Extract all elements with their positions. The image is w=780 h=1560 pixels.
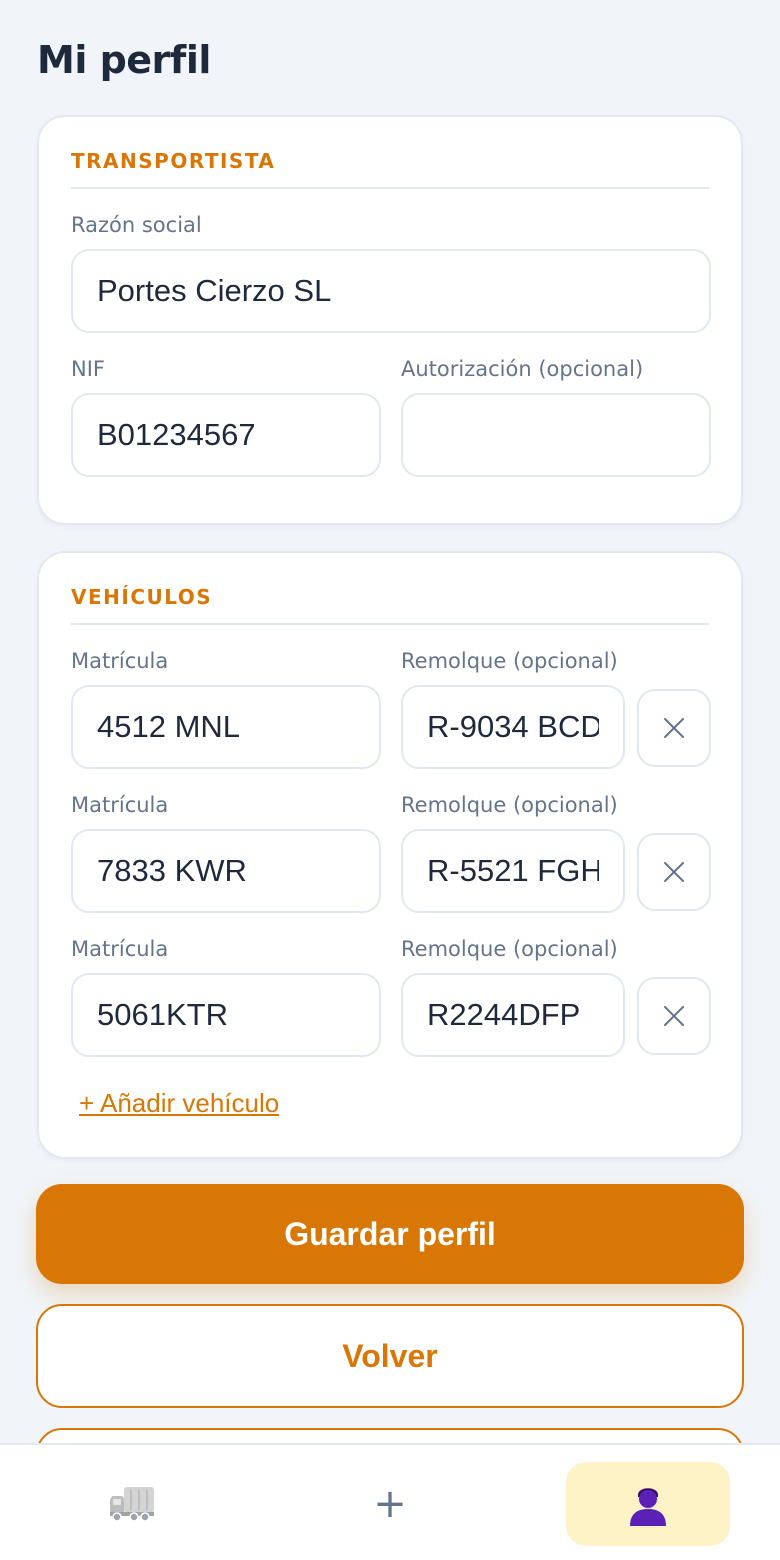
nif-label: NIF: [71, 357, 105, 381]
matricula-input[interactable]: [71, 973, 381, 1057]
autorizacion-input[interactable]: [401, 393, 711, 477]
remolque-input[interactable]: [401, 829, 625, 913]
add-vehicle-link[interactable]: + Añadir vehículo: [79, 1088, 279, 1119]
matricula-label: Matrícula: [71, 649, 169, 673]
back-button[interactable]: Volver: [36, 1304, 744, 1408]
remolque-input[interactable]: [401, 973, 625, 1057]
remolque-input[interactable]: [401, 685, 625, 769]
bottom-nav: +: [0, 1443, 780, 1560]
matricula-input[interactable]: [71, 685, 381, 769]
section-title-vehiculos: VEHÍCULOS: [71, 585, 213, 609]
remolque-label: Remolque (opcional): [401, 649, 618, 673]
nav-item-new[interactable]: +: [308, 1462, 472, 1546]
nif-input[interactable]: [71, 393, 381, 477]
section-divider: [71, 187, 709, 189]
plus-icon: +: [373, 1481, 407, 1527]
nav-item-profile[interactable]: [566, 1462, 730, 1546]
save-profile-button[interactable]: Guardar perfil: [36, 1184, 744, 1284]
section-title-transportista: TRANSPORTISTA: [71, 149, 276, 173]
remolque-label: Remolque (opcional): [401, 937, 618, 961]
matricula-label: Matrícula: [71, 793, 169, 817]
user-icon: [630, 1488, 666, 1526]
matricula-input[interactable]: [71, 829, 381, 913]
close-icon: [664, 1006, 684, 1026]
nav-item-trips[interactable]: [51, 1462, 215, 1546]
close-icon: [664, 862, 684, 882]
razon-social-input[interactable]: [71, 249, 711, 333]
remove-vehicle-button[interactable]: [637, 977, 711, 1055]
vehiculos-card: VEHÍCULOS Matrícula Remolque (opcional) …: [37, 551, 743, 1159]
matricula-label: Matrícula: [71, 937, 169, 961]
truck-icon: [110, 1487, 154, 1522]
remove-vehicle-button[interactable]: [637, 833, 711, 911]
remolque-label: Remolque (opcional): [401, 793, 618, 817]
transportista-card: TRANSPORTISTA Razón social NIF Autorizac…: [37, 115, 743, 525]
section-divider: [71, 623, 709, 625]
page-title: Mi perfil: [37, 38, 211, 82]
razon-social-label: Razón social: [71, 213, 202, 237]
autorizacion-label: Autorización (opcional): [401, 357, 644, 381]
remove-vehicle-button[interactable]: [637, 689, 711, 767]
profile-page: Mi perfil TRANSPORTISTA Razón social NIF…: [0, 0, 780, 1560]
close-icon: [664, 718, 684, 738]
